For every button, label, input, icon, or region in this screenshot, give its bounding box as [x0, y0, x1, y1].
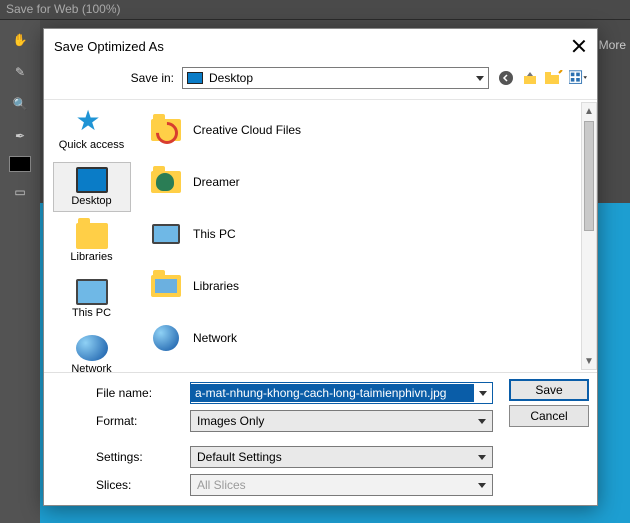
form-area: File name: a-mat-nhung-khong-cach-long-t…	[44, 372, 597, 505]
desktop-icon	[187, 72, 203, 84]
eyedropper-tool-icon[interactable]: ✒	[8, 124, 32, 148]
foreground-color-swatch[interactable]	[9, 156, 31, 172]
zoom-tool-icon[interactable]: 🔍	[8, 92, 32, 116]
dialog-titlebar: Save Optimized As	[44, 29, 597, 63]
up-one-level-icon[interactable]	[521, 69, 539, 87]
list-item[interactable]	[143, 364, 579, 368]
chevron-down-icon	[478, 483, 486, 488]
chevron-down-icon[interactable]	[474, 391, 492, 396]
save-button[interactable]: Save	[509, 379, 589, 401]
list-item-label: Dreamer	[193, 175, 240, 189]
settings-label: Settings:	[52, 450, 182, 464]
folder-icon	[151, 171, 181, 193]
list-item[interactable]: Libraries	[143, 260, 579, 312]
list-item-label: Network	[193, 331, 237, 345]
settings-value: Default Settings	[197, 450, 282, 464]
save-in-dropdown[interactable]: Desktop	[182, 67, 489, 89]
scroll-down-icon[interactable]: ▼	[582, 353, 596, 369]
learn-more-link[interactable]: More	[599, 38, 626, 52]
chevron-down-icon	[476, 76, 484, 81]
settings-dropdown[interactable]: Default Settings	[190, 446, 493, 468]
chevron-down-icon	[478, 419, 486, 424]
filename-label: File name:	[52, 386, 182, 400]
cancel-button[interactable]: Cancel	[509, 405, 589, 427]
desktop-icon	[76, 167, 108, 193]
network-icon	[153, 325, 179, 351]
slice-tool-icon[interactable]: ✎	[8, 60, 32, 84]
filename-value: a-mat-nhung-khong-cach-long-taimienphivn…	[191, 384, 474, 402]
list-item-label: Libraries	[193, 279, 239, 293]
chevron-down-icon	[478, 455, 486, 460]
new-folder-icon[interactable]	[545, 69, 563, 87]
format-value: Images Only	[197, 414, 264, 428]
place-desktop[interactable]: Desktop	[53, 162, 131, 212]
scroll-up-icon[interactable]: ▲	[582, 103, 596, 119]
back-icon[interactable]	[497, 69, 515, 87]
place-label: This PC	[72, 307, 111, 319]
pc-icon	[76, 279, 108, 305]
file-list[interactable]: Creative Cloud Files Dreamer This PC Lib…	[139, 100, 597, 372]
list-item[interactable]: Dreamer	[143, 156, 579, 208]
list-item-label: This PC	[193, 227, 236, 241]
save-dialog: Save Optimized As Save in: Desktop	[43, 28, 598, 506]
save-in-label: Save in:	[54, 71, 174, 85]
place-label: Desktop	[71, 195, 111, 207]
list-item[interactable]: Creative Cloud Files	[143, 104, 579, 156]
list-item-label: Creative Cloud Files	[193, 123, 301, 137]
format-label: Format:	[52, 414, 182, 428]
folder-icon	[151, 119, 181, 141]
star-icon	[76, 111, 108, 137]
libraries-icon	[151, 275, 181, 297]
hand-tool-icon[interactable]: ✋	[8, 28, 32, 52]
tools-strip: ✋ ✎ 🔍 ✒ ▭	[0, 20, 40, 523]
libraries-icon	[76, 223, 108, 249]
save-in-value: Desktop	[209, 71, 253, 85]
scrollbar[interactable]: ▲ ▼	[581, 102, 597, 370]
toggle-slices-icon[interactable]: ▭	[8, 180, 32, 204]
close-icon[interactable]	[571, 38, 587, 54]
slices-dropdown: All Slices	[190, 474, 493, 496]
format-dropdown[interactable]: Images Only	[190, 410, 493, 432]
list-item[interactable]: This PC	[143, 208, 579, 260]
place-label: Libraries	[70, 251, 112, 263]
pc-icon	[152, 224, 180, 244]
place-label: Quick access	[59, 139, 124, 151]
view-menu-icon[interactable]	[569, 69, 587, 87]
scroll-thumb[interactable]	[584, 121, 594, 231]
network-icon	[76, 335, 108, 361]
slices-value: All Slices	[197, 478, 246, 492]
place-libraries[interactable]: Libraries	[53, 218, 131, 268]
app-title: Save for Web (100%)	[0, 0, 630, 20]
place-quick-access[interactable]: Quick access	[53, 106, 131, 156]
dialog-title: Save Optimized As	[54, 39, 571, 54]
places-bar: Quick access Desktop Libraries This PC N…	[44, 100, 139, 372]
slices-label: Slices:	[52, 478, 182, 492]
place-this-pc[interactable]: This PC	[53, 274, 131, 324]
filename-field[interactable]: a-mat-nhung-khong-cach-long-taimienphivn…	[190, 382, 493, 404]
list-item[interactable]: Network	[143, 312, 579, 364]
